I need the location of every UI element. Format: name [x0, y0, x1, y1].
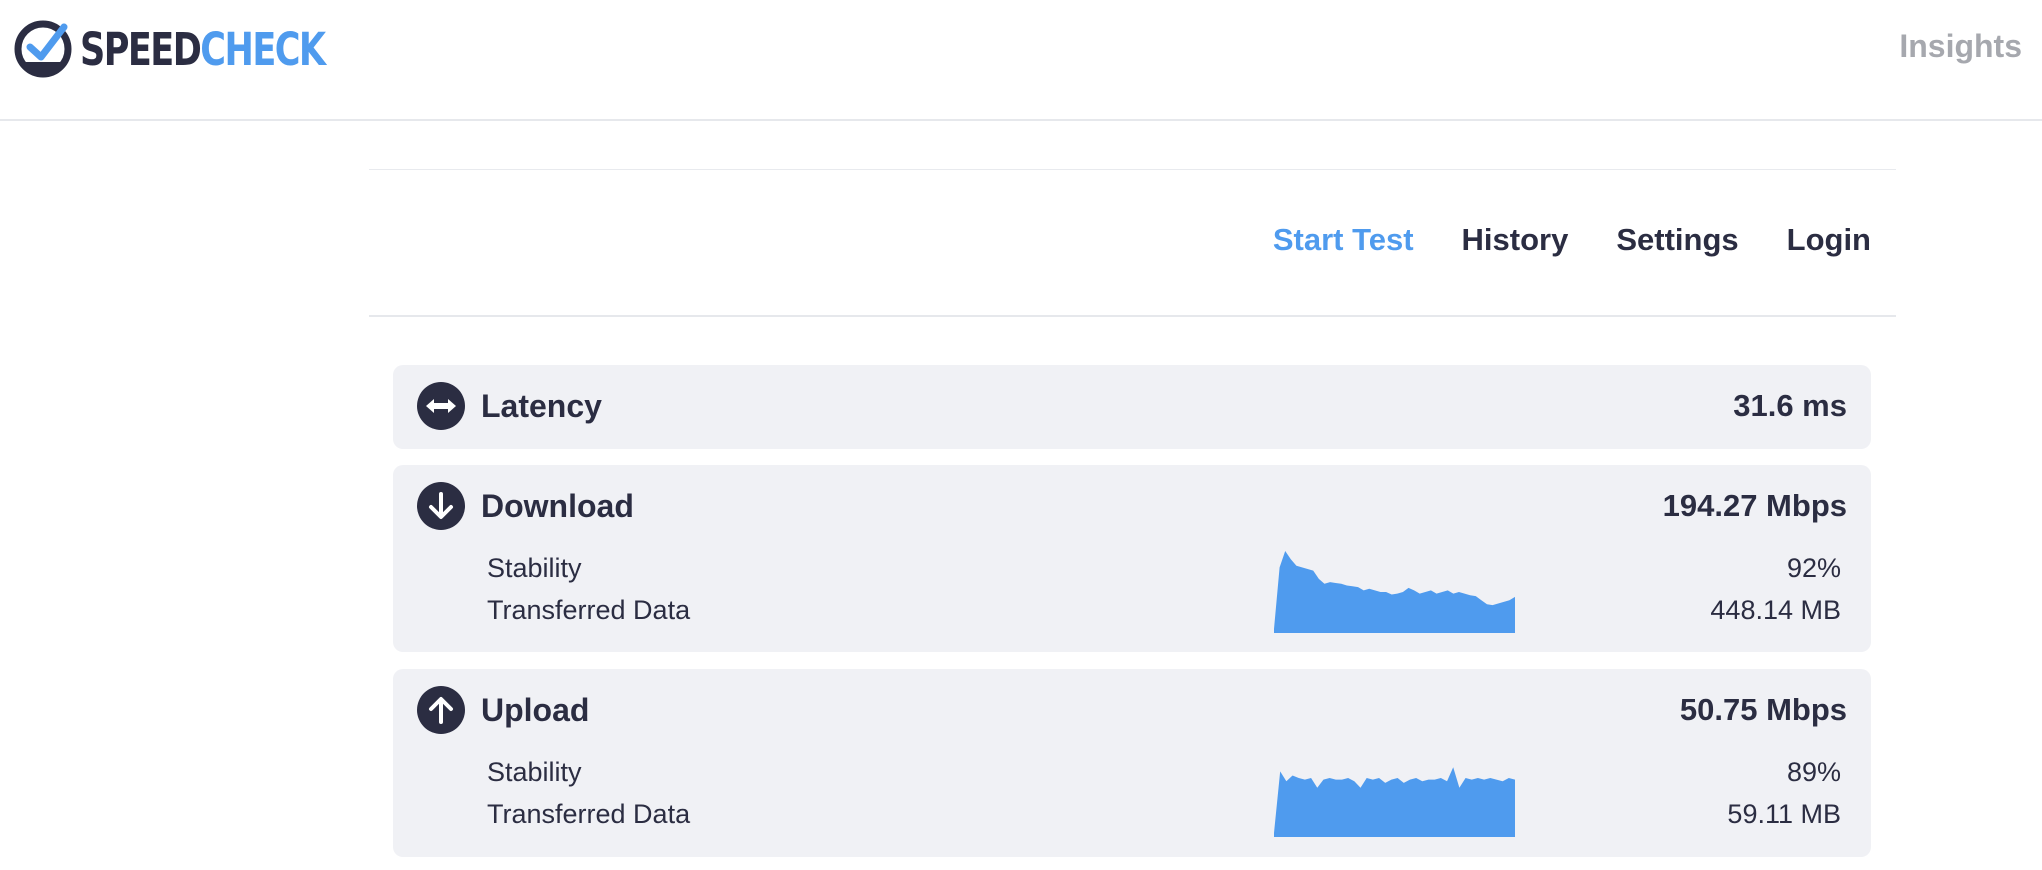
arrow-up-icon	[417, 686, 465, 734]
nav-login[interactable]: Login	[1787, 222, 1871, 258]
download-transferred-label: Transferred Data	[487, 595, 691, 625]
nav-start-test[interactable]: Start Test	[1273, 222, 1414, 258]
download-label: Download	[481, 487, 634, 524]
upload-label: Upload	[481, 691, 590, 728]
upload-stability-label: Stability	[487, 757, 582, 787]
top-bar: SPEEDCHECK Insights	[0, 0, 2042, 121]
main-nav: Start Test History Settings Login	[1273, 222, 1871, 258]
logo-wordmark: SPEEDCHECK	[80, 22, 326, 76]
upload-stability-value: 89%	[1786, 757, 1841, 787]
download-stability-label: Stability	[487, 553, 582, 583]
download-stability-value: 92%	[1786, 553, 1841, 583]
latency-label: Latency	[481, 387, 602, 424]
divider	[369, 315, 1896, 317]
upload-sparkline-area	[1274, 767, 1515, 837]
download-sparkline	[1274, 551, 1515, 633]
insights-link[interactable]: Insights	[1899, 28, 2022, 65]
nav-settings[interactable]: Settings	[1616, 222, 1738, 258]
upload-card: Upload 50.75 Mbps Stability Transferred …	[393, 669, 1871, 857]
upload-value: 50.75 Mbps	[1679, 692, 1847, 727]
arrow-down-icon	[417, 482, 465, 530]
download-transferred-value: 448.14 MB	[1710, 595, 1841, 625]
upload-transferred-value: 59.11 MB	[1727, 799, 1841, 829]
download-sparkline-area	[1274, 551, 1515, 633]
latency-value: 31.6 ms	[1733, 388, 1847, 423]
upload-transferred-label: Transferred Data	[487, 799, 691, 829]
speedcheck-logo[interactable]: SPEEDCHECK	[14, 18, 394, 80]
logo-wordmark-check: CHECK	[200, 22, 326, 76]
upload-sparkline	[1274, 767, 1515, 837]
horizontal-double-arrow-icon	[417, 382, 465, 430]
speedometer-check-logo-icon	[14, 20, 72, 78]
divider	[369, 169, 1896, 170]
download-card: Download 194.27 Mbps Stability Transferr…	[393, 465, 1871, 652]
logo-wordmark-speed: SPEED	[80, 22, 202, 76]
download-value: 194.27 Mbps	[1662, 488, 1847, 523]
latency-card: Latency 31.6 ms	[393, 365, 1871, 449]
nav-history[interactable]: History	[1462, 222, 1569, 258]
